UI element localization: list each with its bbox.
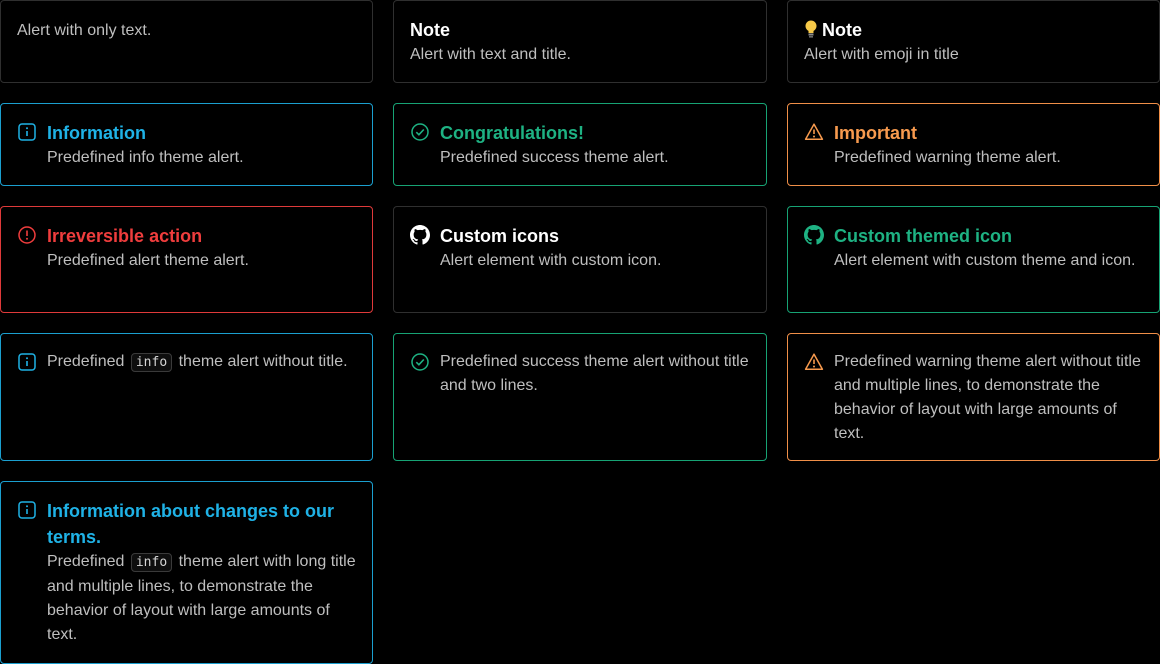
alert-title: Information bbox=[47, 123, 146, 143]
alert-body: Predefined warning theme alert. bbox=[834, 149, 1061, 166]
info-icon bbox=[17, 352, 37, 372]
alert-content: Irreversible action Predefined alert the… bbox=[47, 223, 356, 273]
alert-content: Information about changes to our terms. … bbox=[47, 498, 356, 647]
alert-content: Custom icons Alert element with custom i… bbox=[440, 223, 750, 273]
alert-title: Custom themed icon bbox=[834, 226, 1013, 246]
alert-info-no-title: Predefined info theme alert without titl… bbox=[0, 333, 373, 461]
alert-circle-icon bbox=[17, 225, 37, 245]
alert-success-no-title: Predefined success theme alert without t… bbox=[393, 333, 767, 461]
warning-triangle-icon bbox=[804, 352, 824, 372]
alert-body: Predefined warning theme alert without t… bbox=[834, 353, 1141, 442]
alert-content: Congratulations! Predefined success them… bbox=[440, 120, 750, 170]
alert-title: Note bbox=[804, 17, 1143, 43]
alert-warning: Important Predefined warning theme alert… bbox=[787, 103, 1160, 186]
light-bulb-icon bbox=[804, 19, 818, 39]
alert-body: Predefined info theme alert. bbox=[47, 149, 244, 166]
alert-info: Information Predefined info theme alert. bbox=[0, 103, 373, 186]
alert-body: Predefined success theme alert without t… bbox=[440, 353, 749, 394]
alert-content: Predefined info theme alert without titl… bbox=[47, 350, 356, 375]
alert-body: Alert with only text. bbox=[17, 22, 152, 39]
alert-warning-no-title: Predefined warning theme alert without t… bbox=[787, 333, 1160, 461]
check-circle-icon bbox=[410, 352, 430, 372]
info-icon bbox=[17, 122, 37, 142]
inline-code: info bbox=[130, 353, 173, 372]
alert-body-text: theme alert without title. bbox=[178, 353, 348, 370]
alert-body: Predefined success theme alert. bbox=[440, 149, 669, 166]
warning-triangle-icon bbox=[804, 122, 824, 142]
alert-title: Note bbox=[410, 20, 450, 40]
alert-content: Note Alert with emoji in title bbox=[804, 17, 1143, 67]
alert-content: Information Predefined info theme alert. bbox=[47, 120, 356, 170]
alert-text-only: Alert with only text. bbox=[0, 0, 373, 83]
github-icon bbox=[410, 225, 430, 245]
alert-success: Congratulations! Predefined success them… bbox=[393, 103, 767, 186]
alert-content: Predefined success theme alert without t… bbox=[440, 350, 750, 398]
alert-body: Predefined alert theme alert. bbox=[47, 252, 249, 269]
alert-content: Predefined warning theme alert without t… bbox=[834, 350, 1143, 446]
alert-title: Irreversible action bbox=[47, 226, 203, 246]
alert-body: Alert with emoji in title bbox=[804, 46, 959, 63]
alert-custom-icon: Custom icons Alert element with custom i… bbox=[393, 206, 767, 313]
info-icon bbox=[17, 500, 37, 520]
alert-body: Alert element with custom icon. bbox=[440, 252, 662, 269]
inline-code: info bbox=[130, 553, 173, 572]
alert-custom-themed-icon: Custom themed icon Alert element with cu… bbox=[787, 206, 1160, 313]
alert-danger: Irreversible action Predefined alert the… bbox=[0, 206, 373, 313]
alert-title: Information about changes to our terms. bbox=[47, 501, 334, 547]
alert-info-long: Information about changes to our terms. … bbox=[0, 481, 373, 664]
alert-body: Alert with text and title. bbox=[410, 46, 571, 63]
alert-title: Congratulations! bbox=[440, 123, 584, 143]
alert-title-text: Note bbox=[822, 20, 862, 40]
alert-title: Important bbox=[834, 123, 917, 143]
alert-with-title: Note Alert with text and title. bbox=[393, 0, 767, 83]
alert-content: Custom themed icon Alert element with cu… bbox=[834, 223, 1143, 273]
alert-emoji-title: Note Alert with emoji in title bbox=[787, 0, 1160, 83]
alert-body: Alert element with custom theme and icon… bbox=[834, 252, 1136, 269]
alert-title: Custom icons bbox=[440, 226, 560, 246]
alert-content: Important Predefined warning theme alert… bbox=[834, 120, 1143, 170]
alert-content: Alert with only text. bbox=[17, 19, 356, 43]
alert-content: Note Alert with text and title. bbox=[410, 17, 750, 67]
check-circle-icon bbox=[410, 122, 430, 142]
alert-body: Predefined info theme alert with long ti… bbox=[47, 550, 356, 647]
alert-body: Predefined info theme alert without titl… bbox=[47, 350, 356, 375]
alert-body-text: Predefined bbox=[47, 353, 125, 370]
github-icon bbox=[804, 225, 824, 245]
alert-body-text: Predefined bbox=[47, 553, 125, 570]
